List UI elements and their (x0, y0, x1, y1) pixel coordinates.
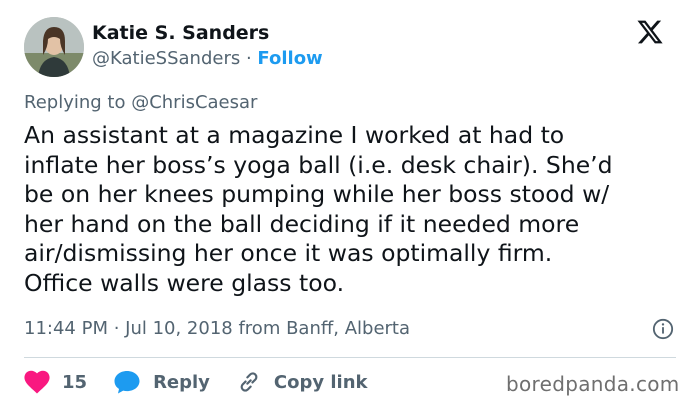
copy-link-button[interactable]: Copy link (236, 369, 368, 395)
tweet-card: Katie S. Sanders @KatieSSanders · Follow… (0, 0, 700, 410)
reply-bubble-icon (114, 371, 140, 394)
tweet-text: An assistant at a magazine I worked at h… (24, 121, 684, 298)
author-handle[interactable]: @KatieSSanders (92, 48, 240, 69)
follow-button[interactable]: Follow (257, 48, 322, 69)
reply-button[interactable]: Reply (113, 369, 210, 395)
tweet-line: air/dismissing her once it was optimally… (24, 239, 553, 267)
author-name[interactable]: Katie S. Sanders (92, 22, 269, 44)
reply-to-label[interactable]: Replying to @ChrisCaesar (24, 92, 257, 113)
tweet-line: inflate her boss’s yoga ball (i.e. desk … (24, 150, 613, 179)
avatar[interactable] (24, 17, 84, 77)
like-button[interactable]: 15 (24, 370, 87, 394)
handle-row: @KatieSSanders · Follow (92, 48, 323, 69)
x-logo-icon[interactable] (636, 18, 664, 46)
like-count: 15 (62, 371, 88, 393)
separator-dot: · (245, 48, 252, 69)
info-icon[interactable] (652, 318, 674, 340)
divider (24, 357, 676, 358)
watermark: boredpanda.com (506, 372, 680, 396)
tweet-line: be on her knees pumping while her boss s… (24, 180, 610, 208)
tweet-line: An assistant at a magazine I worked at h… (24, 121, 565, 149)
tweet-timestamp[interactable]: 11:44 PM · Jul 10, 2018 from Banff, Albe… (24, 318, 410, 339)
reply-label: Reply (153, 371, 210, 393)
avatar-image (24, 17, 84, 77)
action-bar: 15 Reply Copy link (24, 368, 394, 396)
heart-icon (24, 370, 50, 394)
link-icon (240, 372, 258, 392)
tweet-line: her hand on the ball deciding if it need… (24, 209, 580, 238)
copy-link-label: Copy link (273, 371, 368, 393)
tweet-line: Office walls were glass too. (24, 268, 345, 297)
